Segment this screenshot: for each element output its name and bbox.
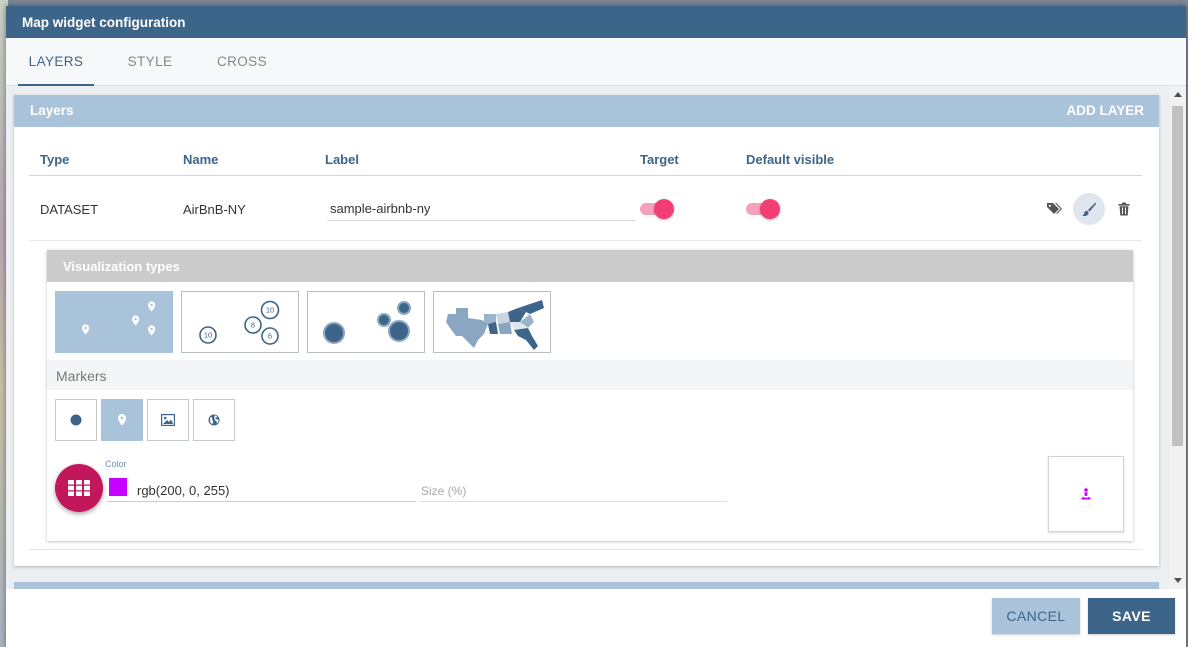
scroll-down-arrow-icon[interactable]	[1169, 572, 1186, 589]
icon-picker-button[interactable]	[55, 464, 103, 512]
size-input[interactable]	[419, 476, 727, 502]
color-swatch[interactable]	[109, 478, 127, 496]
column-type: Type	[40, 152, 70, 167]
person-pin-icon	[1081, 488, 1091, 500]
layers-title: Layers	[30, 103, 74, 118]
layer-name: AirBnB-NY	[183, 202, 246, 217]
layer-type: DATASET	[40, 202, 99, 217]
marker-type-image[interactable]	[147, 399, 189, 441]
scrollbar-thumb[interactable]	[1172, 106, 1183, 446]
cluster-count: 10	[266, 306, 274, 315]
viz-option-choropleth[interactable]	[433, 291, 551, 353]
dialog-content: Layers ADD LAYER Type Name Label Target …	[6, 86, 1186, 589]
visualization-types-title: Visualization types	[47, 250, 1133, 282]
viz-option-bubbles[interactable]	[307, 291, 425, 353]
marker-preview	[1048, 456, 1124, 532]
viz-option-markers[interactable]	[55, 291, 173, 353]
brush-icon[interactable]	[1073, 193, 1105, 225]
image-icon	[161, 414, 175, 426]
dialog-title: Map widget configuration	[6, 6, 1186, 38]
marker-type-globe[interactable]	[193, 399, 235, 441]
column-default-visible: Default visible	[746, 152, 835, 167]
column-label: Label	[325, 152, 359, 167]
target-toggle[interactable]	[640, 197, 676, 221]
pin-icon	[118, 414, 126, 426]
color-label: Color	[105, 459, 127, 469]
scroll-up-arrow-icon[interactable]	[1169, 86, 1186, 103]
grid-icon	[68, 480, 90, 496]
table-row: DATASET AirBnB-NY	[29, 177, 1142, 241]
dialog-footer: CANCEL SAVE	[6, 589, 1186, 647]
color-input[interactable]	[107, 476, 416, 502]
cluster-count: 8	[251, 321, 255, 330]
toggle-thumb	[760, 199, 780, 219]
layers-table-header: Type Name Label Target Default visible	[29, 140, 1142, 176]
add-layer-button[interactable]: ADD LAYER	[1066, 103, 1144, 118]
column-name: Name	[183, 152, 219, 167]
tab-bar: LAYERS STYLE CROSS	[6, 38, 1186, 86]
default-visible-toggle[interactable]	[746, 197, 782, 221]
globe-icon	[208, 414, 220, 426]
viz-option-clusters[interactable]: 10 8 6 10	[181, 291, 299, 353]
pin-icon	[82, 301, 156, 336]
tab-cross[interactable]: CROSS	[208, 38, 276, 86]
next-card-header	[14, 582, 1159, 589]
markers-label: Markers	[47, 360, 1133, 390]
cluster-count: 10	[204, 331, 212, 340]
dot-icon	[70, 414, 82, 426]
tab-style[interactable]: STYLE	[118, 38, 182, 86]
cancel-button[interactable]: CANCEL	[992, 598, 1080, 634]
map-widget-config-dialog: Map widget configuration LAYERS STYLE CR…	[6, 6, 1186, 647]
content-scrollbar[interactable]	[1169, 86, 1186, 589]
save-button[interactable]: SAVE	[1088, 598, 1175, 634]
tag-icon[interactable]	[1038, 193, 1070, 225]
tab-layers[interactable]: LAYERS	[18, 38, 94, 86]
toggle-thumb	[654, 199, 674, 219]
marker-type-pin[interactable]	[101, 399, 143, 441]
visualization-types-panel: Visualization types 10 8 6 10 Markers Co…	[47, 250, 1133, 541]
cluster-count: 6	[268, 332, 272, 341]
layers-card-header: Layers ADD LAYER	[14, 95, 1159, 127]
layers-card: Layers ADD LAYER Type Name Label Target …	[14, 95, 1159, 566]
marker-type-dot[interactable]	[55, 399, 97, 441]
column-target: Target	[640, 152, 679, 167]
trash-icon[interactable]	[1108, 193, 1140, 225]
layer-label-input[interactable]	[327, 191, 635, 221]
divider	[29, 549, 1142, 550]
